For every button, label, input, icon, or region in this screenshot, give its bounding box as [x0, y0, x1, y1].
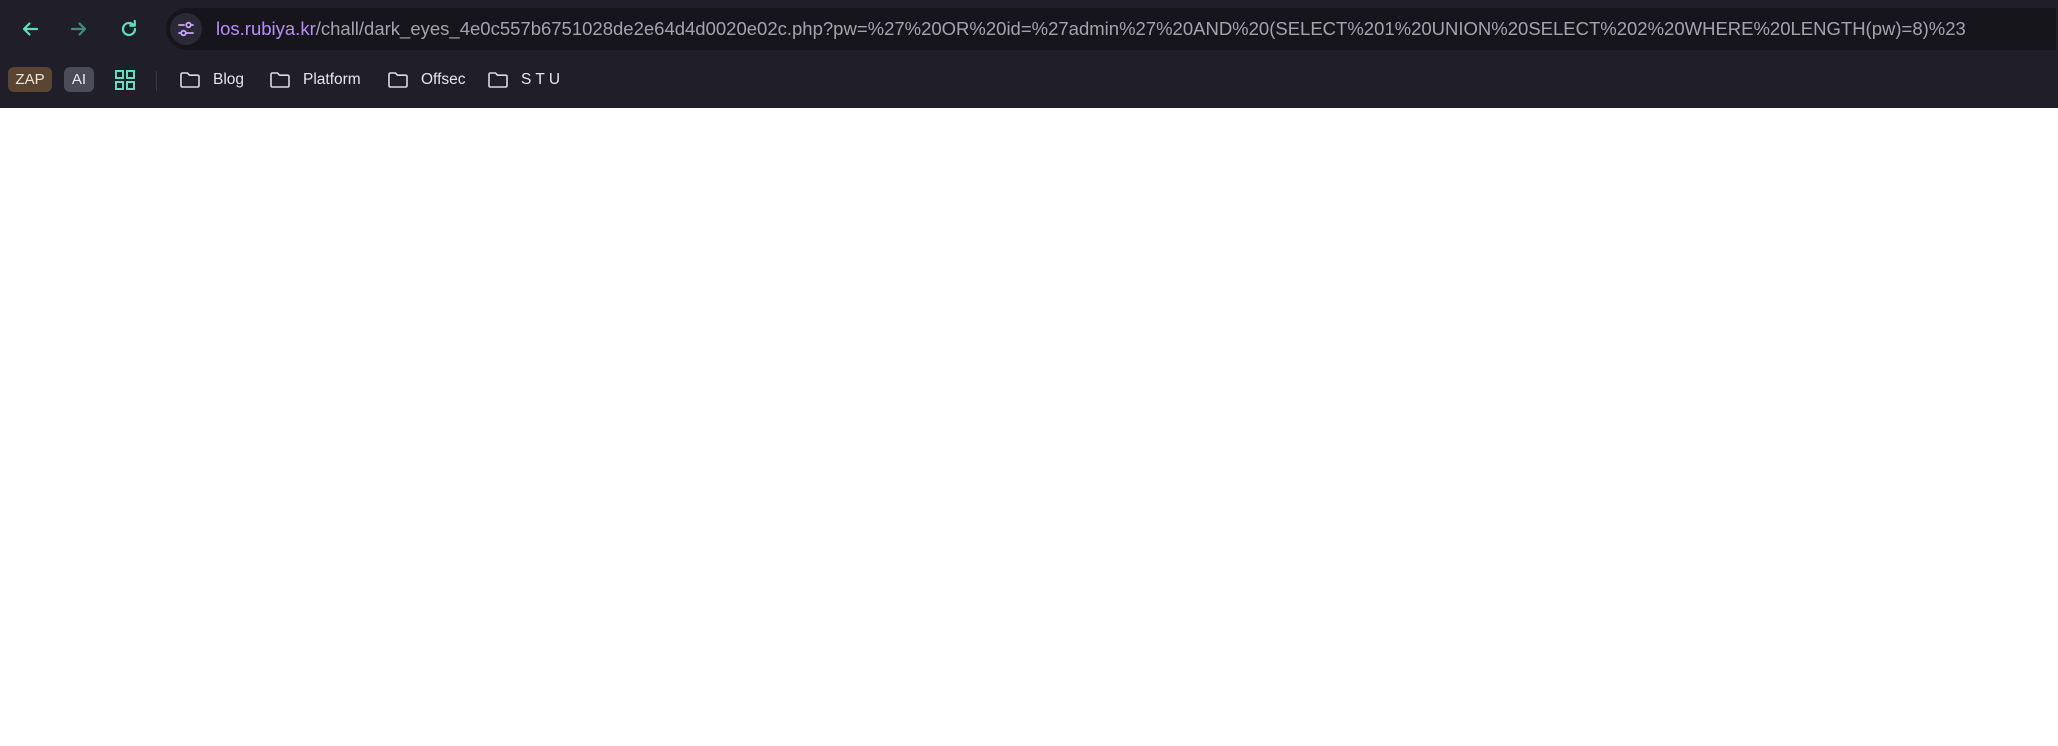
zap-label: ZAP [15, 71, 45, 88]
arrow-left-icon [22, 22, 39, 36]
url-path: /chall/dark_eyes_4e0c557b6751028de2e64d4… [315, 18, 1966, 39]
url-host: los.rubiya.kr [216, 18, 316, 39]
folder-icon [180, 72, 200, 88]
reload-button[interactable] [114, 14, 144, 44]
page-content [0, 108, 2058, 746]
arrow-right-icon [70, 22, 87, 36]
apps-grid-icon [115, 70, 135, 90]
bookmark-folder-blog[interactable]: Blog [179, 66, 244, 94]
forward-button[interactable] [64, 14, 94, 44]
bookmark-folder-offsec[interactable]: Offsec [387, 66, 466, 94]
reload-icon [121, 19, 137, 37]
site-info-button[interactable] [170, 13, 202, 45]
apps-button[interactable] [113, 68, 137, 92]
bookmark-folder-platform[interactable]: Platform [269, 66, 361, 94]
ai-extension-button[interactable]: AI [64, 67, 94, 92]
bookmark-label: Blog [213, 71, 245, 88]
zap-extension-button[interactable]: ZAP [8, 67, 52, 92]
ai-label: AI [71, 71, 87, 88]
bookmark-folder-stu[interactable]: S T U [487, 66, 560, 94]
bookmarks-divider [156, 71, 157, 91]
folder-icon [488, 72, 508, 88]
folder-icon [388, 72, 408, 88]
bookmark-label: S T U [521, 71, 561, 88]
address-bar[interactable]: los.rubiya.kr/chall/dark_eyes_4e0c557b67… [166, 8, 2056, 50]
tune-icon [178, 21, 194, 37]
bookmark-label: Platform [303, 71, 361, 88]
navigation-toolbar: los.rubiya.kr/chall/dark_eyes_4e0c557b67… [0, 0, 2058, 58]
back-button[interactable] [15, 14, 45, 44]
bookmark-label: Offsec [421, 71, 466, 88]
url-text[interactable]: los.rubiya.kr/chall/dark_eyes_4e0c557b67… [216, 8, 1966, 50]
browser-chrome: los.rubiya.kr/chall/dark_eyes_4e0c557b67… [0, 0, 2058, 108]
folder-icon [270, 72, 290, 88]
bookmarks-bar: ZAP AI Blog Platform Offsec S T U [0, 62, 2058, 98]
